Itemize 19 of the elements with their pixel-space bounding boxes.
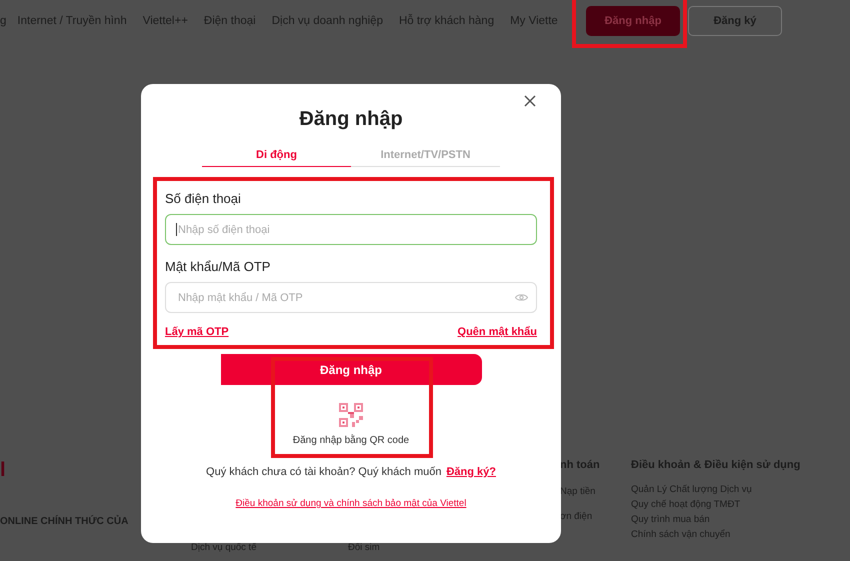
signup-link[interactable]: Đăng ký? <box>446 466 496 478</box>
brand-logo: l <box>0 459 7 482</box>
login-button[interactable]: Đăng nhập <box>586 6 680 36</box>
dialog-title: Đăng nhập <box>299 108 403 131</box>
login-tab[interactable]: Internet/TV/PSTN <box>351 143 500 167</box>
phone-field[interactable]: Nhập số điện thoại <box>165 214 537 245</box>
qr-login-button[interactable]: Đăng nhập bằng QR code <box>292 403 410 446</box>
form-link[interactable]: Quên mật khẩu <box>458 326 537 338</box>
password-field[interactable]: Nhập mật khẩu / Mã OTP <box>165 282 537 313</box>
field-label: Mật khẩu/Mã OTP <box>165 259 272 274</box>
field-label: Số điện thoại <box>165 191 242 206</box>
terms-link[interactable]: Điều khoản sử dụng và chính sách bảo mật của Viettel <box>236 498 466 509</box>
qr-code-icon <box>338 403 363 427</box>
signup-prompt: Quý khách chưa có tài khoản? Quý khách muốn <box>206 466 442 478</box>
submit-button[interactable]: Đăng nhập <box>220 354 482 385</box>
login-tab[interactable]: Di động <box>202 143 351 167</box>
text-cursor <box>176 223 177 236</box>
close-icon[interactable] <box>523 94 537 108</box>
form-link[interactable]: Lấy mã OTP <box>165 326 229 338</box>
